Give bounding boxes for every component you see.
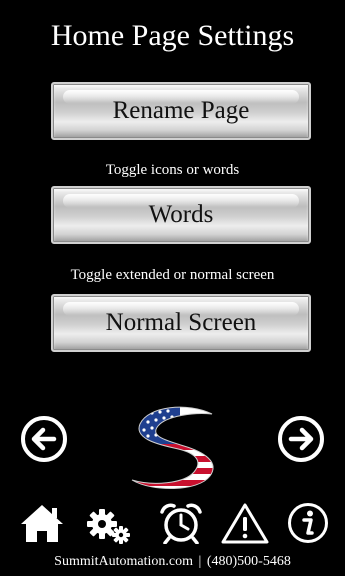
alarm-clock-icon[interactable] xyxy=(158,502,204,544)
toggle-screen-caption: Toggle extended or normal screen xyxy=(70,267,275,283)
rename-page-button[interactable]: Rename Page xyxy=(51,82,311,140)
rename-page-button-label: Rename Page xyxy=(112,97,250,124)
toggle-icons-words-caption: Toggle icons or words xyxy=(105,162,240,178)
footer-separator: | xyxy=(198,554,202,569)
footer-phone: (480)500-5468 xyxy=(206,554,291,569)
home-icon[interactable] xyxy=(18,502,66,544)
icons-words-toggle-button[interactable]: Words xyxy=(51,186,311,244)
summit-logo xyxy=(131,406,214,489)
warning-icon[interactable] xyxy=(221,502,269,544)
page-title: Home Page Settings xyxy=(50,19,295,52)
footer-contact: SummitAutomation.com | (480)500-5468 xyxy=(0,553,345,571)
screen-mode-toggle-label: Normal Screen xyxy=(105,309,257,336)
info-icon[interactable] xyxy=(286,502,330,544)
footer-website: SummitAutomation.com xyxy=(54,554,194,569)
icons-words-toggle-label: Words xyxy=(148,201,214,228)
settings-gears-icon[interactable] xyxy=(84,502,132,544)
arrow-right-circle-icon[interactable] xyxy=(277,415,325,463)
screen-mode-toggle-button[interactable]: Normal Screen xyxy=(51,294,311,352)
arrow-left-circle-icon[interactable] xyxy=(20,415,68,463)
